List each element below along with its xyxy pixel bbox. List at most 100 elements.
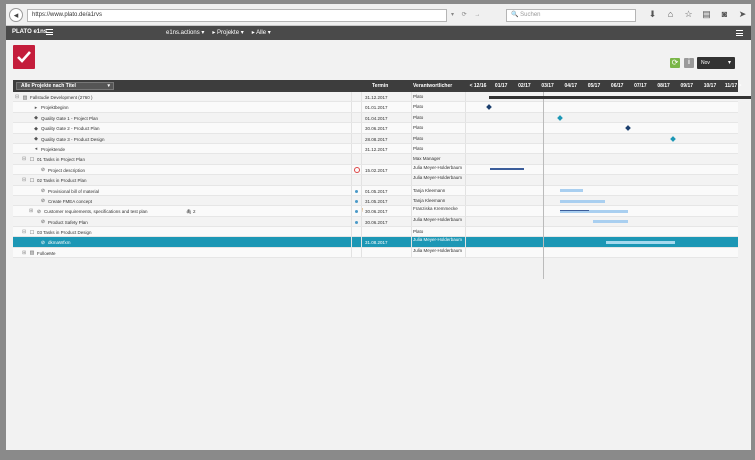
row-date: 01.05.2017 bbox=[365, 188, 388, 194]
row-responsible: Plato bbox=[413, 145, 424, 151]
tree-toggle-icon[interactable]: ⊟ bbox=[22, 178, 27, 183]
row-type-icon: ◂ bbox=[34, 146, 38, 153]
row-name[interactable]: Projektbeginn bbox=[41, 105, 69, 110]
row-name[interactable]: FolloeMe bbox=[37, 251, 56, 256]
row-name[interactable]: 01 Tasks in Project Plan bbox=[37, 157, 85, 162]
row-date: 31.12.2017 bbox=[365, 95, 388, 100]
row-type-icon: ⊘ bbox=[40, 239, 46, 246]
col-date-header[interactable]: Termin bbox=[372, 80, 388, 92]
row-responsible: Franziska Kremmecke bbox=[413, 206, 458, 212]
app-menu-icon[interactable] bbox=[736, 30, 743, 36]
month-header: 04/17 bbox=[564, 83, 578, 89]
status-dot-icon bbox=[355, 189, 358, 193]
row-type-icon: ☐ bbox=[29, 177, 35, 184]
row-responsible: Julia Meyer-Holderbaum bbox=[413, 164, 463, 170]
row-type-icon: ☐ bbox=[29, 229, 35, 236]
table-row[interactable]: ⊟ ☐ 01 Tasks in Project Plan Max Manager bbox=[13, 154, 738, 165]
month-header: 09/17 bbox=[680, 83, 694, 89]
gantt-task-bar[interactable] bbox=[593, 220, 628, 224]
tree-toggle-icon[interactable]: ⊟ bbox=[22, 157, 27, 162]
search-input[interactable]: 🔍 Suchen bbox=[506, 9, 636, 22]
row-responsible: Plato bbox=[413, 94, 424, 99]
send-icon[interactable]: ➤ bbox=[738, 9, 747, 19]
table-row[interactable]: ⊟ ☐ 03 Tasks in Product Design Plato bbox=[13, 227, 738, 238]
menu-actions[interactable]: e1ns.actions ▾ bbox=[166, 29, 204, 36]
row-name[interactable]: Quality Gate 1 - Project Plan bbox=[41, 116, 98, 121]
gantt-task-bar[interactable] bbox=[605, 241, 675, 245]
table-row[interactable]: ◆ Quality Gate 1 - Project Plan 01.04.2017… bbox=[13, 112, 738, 124]
gantt-task-bar[interactable] bbox=[489, 168, 524, 170]
table-row[interactable]: ⊘ Provisional bill of material 01.05.2017 T… bbox=[13, 185, 738, 196]
row-name[interactable]: Quality Gate 2 - Product Plan bbox=[41, 126, 100, 131]
table-row[interactable]: ◂ Projektende 31.12.2017 Plato bbox=[13, 143, 738, 155]
row-name[interactable]: Projektende bbox=[41, 147, 65, 152]
menu-projects[interactable]: ▸ Projekte ▾ bbox=[212, 29, 243, 36]
tree-toggle-icon[interactable]: ⊞ bbox=[29, 209, 34, 214]
col-responsible-header[interactable]: Verantwortlicher bbox=[413, 80, 452, 92]
table-row[interactable]: ▸ Projektbeginn 01.01.2017 Plato bbox=[13, 102, 738, 113]
row-date: 01.01.2017 bbox=[365, 105, 388, 111]
row-type-icon: ⊘ bbox=[36, 208, 42, 215]
gantt-task-bar[interactable] bbox=[559, 189, 583, 193]
row-name[interactable]: Provisional bill of material bbox=[48, 189, 99, 194]
app-header: PLATO e1ns e1ns.actions ▾ ▸ Projekte ▾ ▸… bbox=[6, 26, 751, 40]
refresh-button[interactable]: ⟳ bbox=[670, 58, 680, 68]
download-icon[interactable]: ⬇ bbox=[648, 9, 657, 19]
filter-select[interactable]: Alle Projekte nach Titel bbox=[16, 82, 114, 90]
brand-menu-icon[interactable] bbox=[46, 29, 53, 35]
info-button[interactable]: i bbox=[684, 58, 694, 68]
clipboard-icon[interactable]: ▤ bbox=[702, 9, 711, 19]
gantt-task-bar[interactable] bbox=[559, 199, 606, 203]
row-name[interactable]: Customer requirements, specifications an… bbox=[44, 209, 148, 214]
row-responsible: Tanja Kleemann bbox=[413, 187, 446, 193]
row-type-icon: ⊘ bbox=[40, 198, 46, 205]
app-brand[interactable]: PLATO e1ns bbox=[12, 29, 47, 35]
row-responsible: Julia Meyer-Holderbaum bbox=[413, 237, 463, 243]
home-icon[interactable]: ⌂ bbox=[666, 9, 675, 19]
table-row[interactable]: ⊞ ▥ FolloeMe Julia Meyer-Holderbaum bbox=[13, 247, 738, 259]
gantt-summary-bar[interactable] bbox=[489, 95, 751, 99]
pocket-icon[interactable]: ◙ bbox=[720, 9, 729, 19]
gantt-task-progress[interactable] bbox=[559, 209, 590, 212]
star-icon[interactable]: ☆ bbox=[684, 9, 693, 19]
menu-all[interactable]: ▸ Alle ▾ bbox=[252, 29, 271, 36]
row-date: 30.06.2017 bbox=[365, 126, 388, 132]
row-name[interactable]: Project description bbox=[48, 168, 85, 173]
browser-toolbar: ◂ https://www.plato.de/a1rvs ▾ ⟳ → 🔍 Suc… bbox=[6, 4, 751, 26]
month-header: 03/17 bbox=[541, 83, 554, 89]
month-header: 10/17 bbox=[703, 83, 717, 89]
url-bar[interactable]: https://www.plato.de/a1rvs bbox=[27, 9, 447, 22]
row-name[interactable]: 03 Tasks in Product Design bbox=[37, 230, 91, 235]
status-circle-icon bbox=[354, 167, 360, 174]
row-name[interactable]: Fallstudie Development (2760 ) bbox=[30, 95, 93, 100]
month-header[interactable]: < 12/16 bbox=[466, 80, 490, 92]
row-name[interactable]: dkmaWfxm bbox=[48, 240, 71, 245]
table-row[interactable]: ⊘ Product Safety Plan 30.06.2017 Julia Meye… bbox=[13, 216, 738, 228]
row-responsible: Julia Meyer-Holderbaum bbox=[413, 175, 463, 181]
attachment-icon[interactable]: 🖇 2 bbox=[186, 209, 195, 215]
app-logo bbox=[13, 45, 35, 69]
zoom-select[interactable]: Nov bbox=[697, 57, 735, 69]
row-name[interactable]: Product Safety Plan bbox=[48, 220, 88, 225]
row-name[interactable]: 02 Tasks in Product Plan bbox=[37, 178, 86, 183]
row-type-icon: ▸ bbox=[34, 104, 38, 111]
browser-icons: ⬇ ⌂ ☆ ▤ ◙ ➤ ≡ bbox=[648, 9, 751, 19]
month-header[interactable]: 11/17 > bbox=[721, 80, 745, 92]
row-name[interactable]: Quality Gate 3 - Product Design bbox=[41, 137, 105, 142]
table-row[interactable]: ⊘ Project description 15.02.2017 Julia Meye… bbox=[13, 164, 738, 176]
row-responsible: Max Manager bbox=[413, 156, 441, 162]
table-row[interactable]: ⊞ ⊘ Customer requirements, specifications … bbox=[13, 206, 738, 217]
url-controls[interactable]: ▾ ⟳ → bbox=[451, 11, 483, 18]
tree-toggle-icon[interactable]: ⊟ bbox=[22, 230, 27, 235]
back-button[interactable]: ◂ bbox=[9, 8, 23, 22]
row-responsible: Plato bbox=[413, 229, 424, 235]
tree-toggle-icon[interactable]: ⊞ bbox=[22, 250, 27, 256]
tree-toggle-icon[interactable]: ⊟ bbox=[15, 95, 20, 100]
table-row[interactable]: ◆ Quality Gate 3 - Product Design 28.08.20… bbox=[13, 133, 738, 144]
table-row[interactable]: ⊟ ☐ 02 Tasks in Product Plan Julia Meyer-Ho… bbox=[13, 175, 738, 186]
table-row[interactable]: ⊘ Create FMEA concept 31.05.2017 Tanja Klee… bbox=[13, 195, 738, 207]
row-date: 31.12.2017 bbox=[365, 146, 388, 152]
row-name[interactable]: Create FMEA concept bbox=[48, 199, 92, 204]
row-date: 01.04.2017 bbox=[365, 115, 388, 121]
row-date: 31.05.2017 bbox=[365, 198, 388, 204]
